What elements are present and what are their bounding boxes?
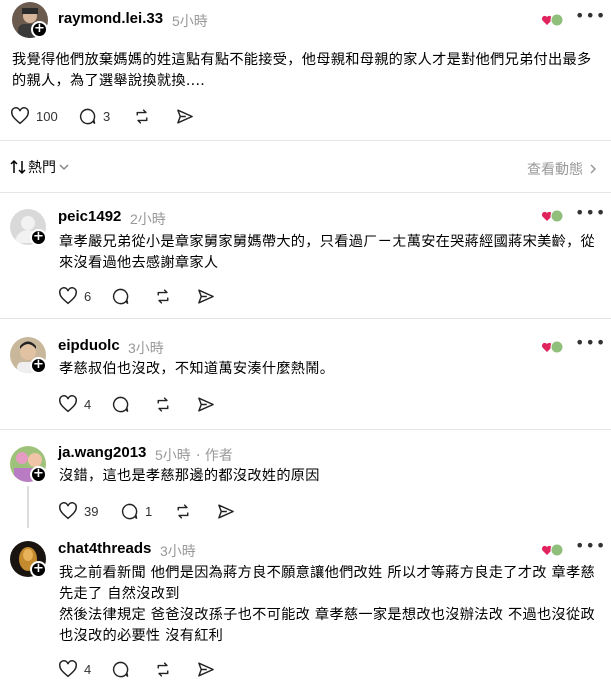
- comment-time: 2小時: [130, 211, 166, 227]
- more-icon[interactable]: •••: [575, 6, 606, 25]
- share-icon[interactable]: [216, 502, 236, 521]
- reply-button[interactable]: 1: [120, 502, 152, 521]
- post-body: 我覺得他們放棄媽媽的姓這點有點不能接受，他母親和母親的家人才是對他們兄弟付出最多…: [12, 52, 592, 89]
- follow-plus-icon[interactable]: +: [30, 466, 47, 483]
- reply-count: 1: [145, 504, 153, 519]
- repost-icon[interactable]: [153, 660, 173, 679]
- heart-icon: [59, 660, 77, 678]
- share-icon[interactable]: [196, 660, 216, 679]
- post-time: 5小時: [172, 13, 208, 29]
- comment-time: 3小時: [128, 340, 164, 356]
- like-count: 4: [84, 661, 92, 677]
- comment-body: 我之前看新聞 他們是因為蔣方良不願意讓他們改姓 所以才等蔣方良走了才改 章孝慈先…: [59, 565, 595, 644]
- username[interactable]: raymond.lei.33: [58, 10, 163, 27]
- like-button[interactable]: 4: [58, 395, 91, 413]
- comment: + ja.wang2013 5小時 · 作者 沒錯，這也是孝慈那邊的都沒改姓的原…: [0, 430, 611, 528]
- divider: [0, 140, 611, 141]
- follow-plus-icon[interactable]: +: [30, 561, 47, 578]
- like-button[interactable]: 100: [10, 107, 58, 125]
- follow-plus-icon[interactable]: +: [31, 21, 48, 38]
- reaction-icon: [541, 209, 564, 223]
- sort-label: 熱門: [28, 160, 56, 176]
- reply-count: 3: [103, 109, 111, 124]
- reaction-icon: [541, 13, 564, 27]
- heart-icon: [59, 502, 77, 520]
- view-activity-label: 查看動態: [527, 162, 583, 178]
- follow-plus-icon[interactable]: +: [30, 357, 47, 374]
- more-icon[interactable]: •••: [575, 536, 606, 555]
- comment-time: 3小時: [160, 543, 196, 559]
- sort-icon: [10, 159, 26, 175]
- more-icon[interactable]: •••: [575, 203, 606, 222]
- repost-icon[interactable]: [153, 287, 173, 306]
- comment-body: 沒錯，這也是孝慈那邊的都沒改姓的原因: [59, 468, 320, 484]
- repost-icon[interactable]: [173, 502, 193, 521]
- comment: + eipduolc 3小時 ••• 孝慈叔伯也沒改，不知道萬安湊什麼熱鬧。 4: [0, 319, 611, 429]
- reaction-icon: [541, 340, 564, 354]
- like-count: 39: [84, 503, 99, 519]
- share-icon[interactable]: [175, 107, 195, 126]
- view-activity-link[interactable]: 查看動態: [527, 159, 597, 179]
- comment: + peic1492 2小時 ••• 章孝嚴兄弟從小是章家舅家舅媽帶大的，只看過…: [0, 193, 611, 318]
- thread-line: [27, 486, 29, 528]
- like-button[interactable]: 4: [58, 660, 91, 678]
- reaction-icon: [541, 543, 564, 557]
- like-count: 4: [84, 396, 92, 412]
- heart-icon: [59, 287, 77, 305]
- like-button[interactable]: 6: [58, 287, 91, 305]
- username[interactable]: ja.wang2013: [58, 444, 146, 461]
- username[interactable]: chat4threads: [58, 540, 151, 557]
- follow-plus-icon[interactable]: +: [30, 229, 47, 246]
- comment-body: 孝慈叔伯也沒改，不知道萬安湊什麼熱鬧。: [59, 361, 335, 377]
- share-icon[interactable]: [196, 287, 216, 306]
- comment-icon: [79, 108, 96, 125]
- username[interactable]: peic1492: [58, 208, 121, 225]
- username[interactable]: eipduolc: [58, 337, 120, 354]
- comment-icon[interactable]: [111, 395, 130, 414]
- reply-button[interactable]: 3: [78, 107, 110, 126]
- heart-icon: [11, 107, 29, 125]
- comment-icon: [121, 503, 138, 520]
- chevron-down-icon: [59, 164, 69, 171]
- comment-icon[interactable]: [111, 287, 130, 306]
- comment-icon[interactable]: [111, 660, 130, 679]
- share-icon[interactable]: [196, 395, 216, 414]
- repost-icon[interactable]: [132, 107, 152, 126]
- repost-icon[interactable]: [153, 395, 173, 414]
- like-button[interactable]: 39: [58, 502, 98, 520]
- like-count: 100: [36, 108, 58, 124]
- more-icon[interactable]: •••: [575, 333, 606, 352]
- comment-body: 章孝嚴兄弟從小是章家舅家舅媽帶大的，只看過ㄏㄧㄤ萬安在哭蔣經國蔣宋美齡，從來沒看…: [59, 234, 596, 271]
- comment-time: 5小時: [155, 447, 191, 463]
- sort-dropdown[interactable]: 熱門: [10, 157, 70, 177]
- like-count: 6: [84, 288, 92, 304]
- main-post: + raymond.lei.33 5小時 ••• 我覺得他們放棄媽媽的姓這點有點…: [0, 0, 611, 140]
- comment: + chat4threads 3小時 ••• 我之前看新聞 他們是因為蔣方良不願…: [0, 528, 611, 691]
- chevron-right-icon: [590, 164, 597, 174]
- author-tag: · 作者: [196, 448, 233, 464]
- heart-icon: [59, 395, 77, 413]
